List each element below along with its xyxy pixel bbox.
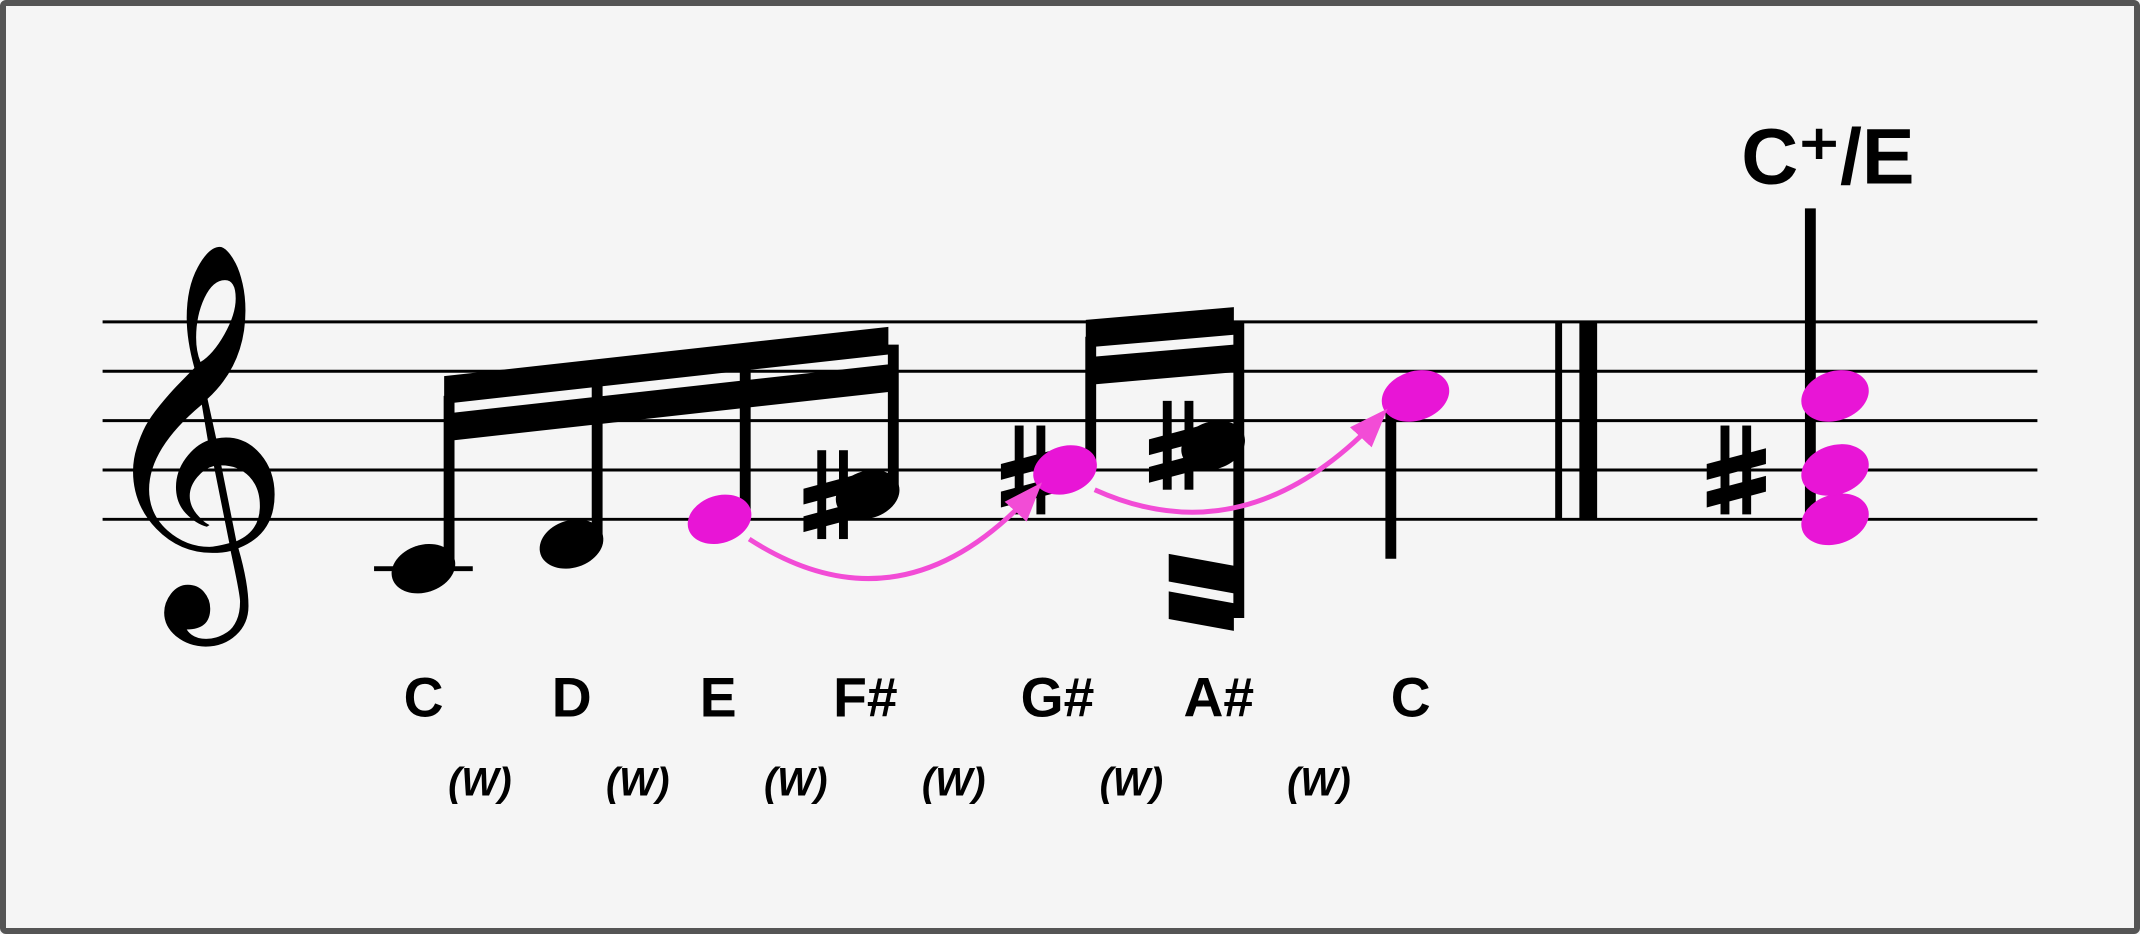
interval-4: (W)	[1100, 761, 1164, 805]
chord-label: C⁺/E	[1741, 113, 1914, 201]
svg-text:𝄞: 𝄞	[93, 245, 291, 649]
interval-2: (W)	[764, 761, 828, 805]
music-diagram-svg: 𝄞 C D E F# G# A# C	[6, 6, 2134, 928]
interval-1: (W)	[606, 761, 670, 805]
label-note-5: A#	[1184, 667, 1255, 729]
note-labels: C D E F# G# A# C	[404, 667, 1431, 729]
label-note-0: C	[404, 667, 444, 729]
music-diagram-frame: 𝄞 C D E F# G# A# C	[0, 0, 2140, 934]
label-note-2: E	[700, 667, 737, 729]
noteheads	[385, 362, 1456, 601]
treble-clef-icon: 𝄞	[93, 245, 291, 649]
interval-5: (W)	[1287, 761, 1351, 805]
interval-3: (W)	[922, 761, 986, 805]
chord	[1707, 208, 1876, 553]
label-note-1: D	[552, 667, 592, 729]
label-note-6: C	[1391, 667, 1431, 729]
interval-labels: (W) (W) (W) (W) (W) (W)	[448, 761, 1351, 805]
label-note-4: G#	[1021, 667, 1095, 729]
beam-group-1	[444, 327, 888, 442]
interval-0: (W)	[448, 761, 512, 805]
label-note-3: F#	[833, 667, 898, 729]
